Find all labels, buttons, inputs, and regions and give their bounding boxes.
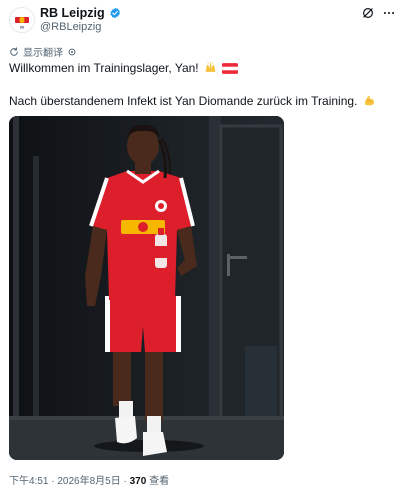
- flexed-biceps-icon: [364, 96, 374, 106]
- refresh-icon: [10, 46, 18, 56]
- svg-text:RB: RB: [20, 26, 24, 30]
- gear-icon[interactable]: [67, 47, 77, 57]
- rb-leipzig-logo-icon: RB: [11, 9, 33, 31]
- show-translation-label[interactable]: 显示翻译: [23, 44, 63, 59]
- author-handle[interactable]: @RBLeipzig: [40, 21, 101, 33]
- tweet-date[interactable]: 2026年8月5日: [57, 476, 120, 487]
- player-photo-icon: [9, 116, 284, 460]
- avatar[interactable]: RB: [9, 7, 35, 33]
- slash-circle-icon[interactable]: [361, 6, 375, 20]
- author-name-row[interactable]: RB Leipzig: [40, 6, 121, 20]
- tweet-line2-text: Nach überstandenem Infekt ist Yan Dioman…: [9, 94, 358, 108]
- views-label: 查看: [146, 476, 170, 487]
- raising-hands-icon: [205, 62, 216, 72]
- tweet-meta: 下午4:51 · 2026年8月5日 · 370 查看: [9, 472, 169, 487]
- author-name[interactable]: RB Leipzig: [40, 6, 105, 20]
- tweet-photo[interactable]: [9, 116, 284, 460]
- austria-flag-icon: [222, 63, 239, 74]
- tweet-text-line1: Willkommen im Trainingslager, Yan!: [9, 60, 239, 76]
- tweet-time[interactable]: 下午4:51: [9, 476, 48, 487]
- verified-badge-icon: [109, 7, 120, 19]
- view-count[interactable]: 370: [130, 476, 147, 487]
- tweet-line1-text: Willkommen im Trainingslager, Yan!: [9, 61, 199, 75]
- meta-separator: ·: [120, 476, 130, 487]
- more-icon[interactable]: [382, 6, 396, 20]
- show-translation-link[interactable]: 显示翻译: [9, 44, 77, 59]
- tweet-text-line2: Nach überstandenem Infekt ist Yan Dioman…: [9, 93, 376, 109]
